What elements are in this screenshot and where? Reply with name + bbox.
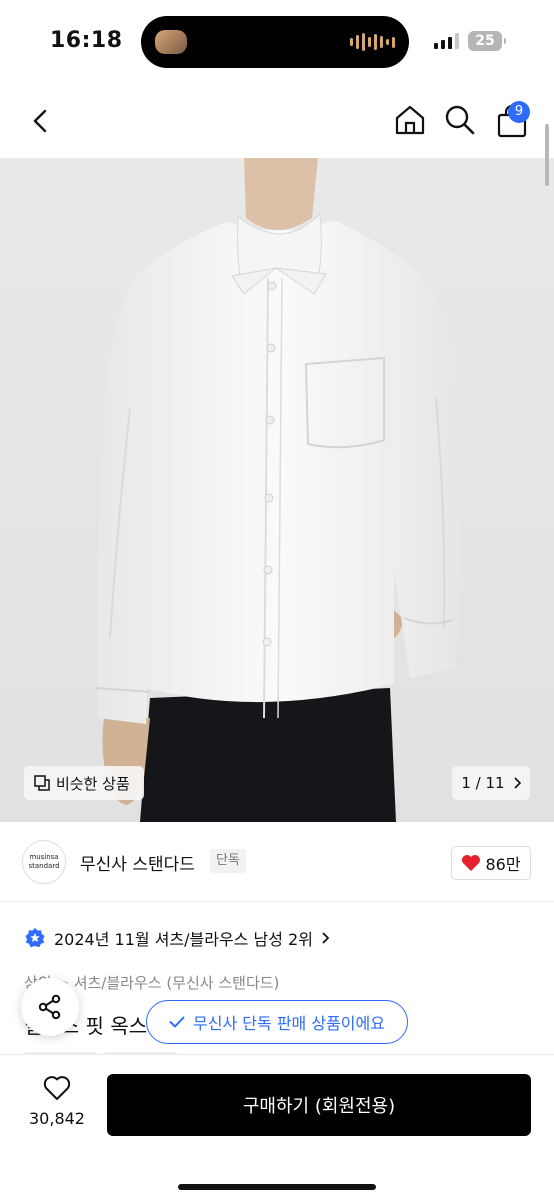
product-image[interactable]: [0, 158, 554, 822]
like-button[interactable]: 86만: [451, 846, 531, 880]
audio-wave-icon: [350, 33, 395, 51]
image-counter: 1 / 11: [461, 774, 505, 792]
home-icon[interactable]: [394, 104, 426, 136]
check-icon: [169, 1016, 185, 1028]
buy-button[interactable]: 구매하기 (회원전용): [107, 1074, 531, 1136]
brand-logo-line2: standard: [28, 862, 60, 870]
cellular-signal-icon: [434, 33, 459, 49]
brand-logo[interactable]: musinsa standard: [22, 840, 66, 884]
similar-products-button[interactable]: 비슷한 상품: [24, 766, 144, 800]
ranking-link[interactable]: 2024년 11월 셔츠/블라우스 남성 2위: [24, 926, 331, 950]
chevron-left-icon[interactable]: [26, 106, 56, 136]
brand-row: musinsa standard 무신사 스탠다드 단독 86만: [0, 822, 554, 902]
ranking-badge-icon: [25, 928, 45, 948]
similar-products-icon: [34, 775, 50, 791]
similar-products-label: 비슷한 상품: [56, 774, 130, 793]
bottom-action-bar: 30,842 구매하기 (회원전용): [0, 1054, 554, 1200]
chevron-right-icon: [514, 777, 521, 789]
exclusive-tag: 단독: [210, 849, 246, 873]
cart-count-badge: 9: [508, 101, 530, 123]
home-indicator[interactable]: [178, 1184, 376, 1190]
exclusive-toast: 무신사 단독 판매 상품이에요: [146, 1000, 408, 1044]
exclusive-toast-text: 무신사 단독 판매 상품이에요: [193, 1014, 385, 1033]
ranking-text: 2024년 11월 셔츠/블라우스 남성 2위: [54, 930, 313, 949]
share-icon: [38, 994, 61, 1020]
brand-logo-line1: musinsa: [29, 853, 59, 861]
battery-icon: 25: [468, 31, 506, 51]
status-time: 16:18: [50, 28, 123, 53]
status-bar: 16:18 25: [0, 0, 554, 84]
brand-name[interactable]: 무신사 스탠다드: [80, 850, 195, 875]
like-count: 86만: [485, 855, 521, 874]
heart-filled-icon: [462, 855, 481, 871]
chevron-right-icon: [322, 932, 330, 944]
scrollbar[interactable]: [545, 124, 549, 186]
share-button[interactable]: [21, 978, 79, 1036]
wishlist-count: 30,842: [29, 1109, 85, 1128]
search-icon[interactable]: [444, 104, 476, 136]
wishlist-button[interactable]: 30,842: [24, 1075, 90, 1128]
dynamic-island: [141, 16, 409, 68]
image-counter-button[interactable]: 1 / 11: [452, 766, 530, 800]
heart-outline-icon: [43, 1076, 71, 1100]
now-playing-artwork: [155, 30, 187, 54]
shirt-model-illustration: [0, 158, 554, 822]
top-nav-bar: [0, 84, 554, 158]
